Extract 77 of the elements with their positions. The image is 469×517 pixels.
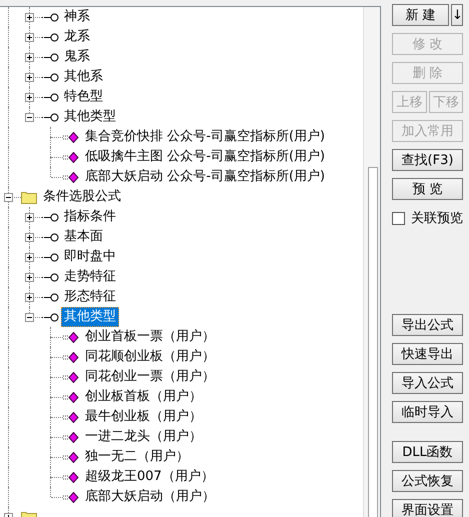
new-button[interactable]: 新 建 — [392, 4, 449, 26]
expander-icon[interactable] — [25, 293, 34, 302]
diamond-icon — [63, 332, 79, 342]
tree-item[interactable]: 集合竞价快排 公众号-司赢空指标所(用户) — [82, 127, 328, 147]
checkbox[interactable] — [392, 212, 405, 224]
diamond-icon — [63, 452, 79, 462]
diamond-icon — [63, 132, 79, 142]
key-icon — [42, 312, 59, 322]
scrollbar[interactable] — [363, 7, 380, 517]
tree-item[interactable]: 基本面 — [61, 227, 106, 247]
key-icon — [42, 72, 59, 82]
diamond-icon — [63, 492, 79, 502]
tree-item[interactable]: 特色型 — [61, 87, 106, 107]
expander-icon[interactable] — [25, 53, 34, 62]
tree-item[interactable]: 走势特征 — [61, 267, 119, 287]
tree-item[interactable]: 同花顺创业板（用户） — [82, 347, 218, 367]
side-button[interactable]: 导入公式 — [392, 372, 463, 394]
tree-item[interactable]: 创业板首板（用户） — [82, 387, 205, 407]
key-icon — [42, 252, 59, 262]
side-button[interactable]: 界面设置 — [392, 499, 463, 517]
side-button[interactable]: 预 览 — [392, 178, 463, 200]
side-button[interactable]: DLL函数 — [392, 441, 463, 463]
key-icon — [42, 212, 59, 222]
key-icon — [42, 292, 59, 302]
key-icon — [42, 92, 59, 102]
expander-icon[interactable] — [25, 93, 34, 102]
tree-item[interactable]: 最牛创业板（用户） — [82, 407, 205, 427]
side-button[interactable]: 公式恢复 — [392, 470, 463, 492]
side-button[interactable]: 导出公式 — [392, 314, 463, 336]
tree-item[interactable]: 独一无二（用户） — [82, 447, 192, 467]
expander-icon[interactable] — [25, 273, 34, 282]
side-button[interactable]: 查找(F3) — [392, 149, 463, 171]
expander-icon[interactable] — [25, 233, 34, 242]
tree-item[interactable]: 即时盘中 — [61, 247, 119, 267]
tree-item[interactable]: 指标条件 — [61, 207, 119, 227]
key-icon — [42, 112, 59, 122]
tree-item[interactable]: 龙系 — [61, 27, 93, 47]
side-button[interactable]: 临时导入 — [392, 401, 463, 423]
tree-item[interactable]: 底部大妖启动（用户） — [82, 487, 218, 507]
diamond-icon — [63, 392, 79, 402]
diamond-icon — [63, 352, 79, 362]
tree-item[interactable]: 底部大妖启动 公众号-司赢空指标所(用户) — [82, 167, 328, 187]
expander-icon[interactable] — [25, 73, 34, 82]
side-button[interactable]: 快速导出 — [392, 343, 463, 365]
expander-icon[interactable] — [25, 113, 34, 122]
expander-icon[interactable] — [25, 213, 34, 222]
tree-item[interactable]: 鬼系 — [61, 47, 93, 67]
tree-item[interactable]: 其他系 — [61, 67, 106, 87]
tree-item[interactable]: 一进二龙头（用户） — [82, 427, 205, 447]
diamond-icon — [63, 372, 79, 382]
tree-item[interactable]: 形态特征 — [61, 287, 119, 307]
diamond-icon — [63, 152, 79, 162]
tree-item[interactable]: 超级龙王007（用户） — [82, 467, 217, 487]
diamond-icon — [63, 172, 79, 182]
diamond-icon — [63, 472, 79, 482]
expander-icon[interactable] — [25, 313, 34, 322]
tree-item[interactable]: 条件选股公式 — [40, 187, 124, 207]
tree-item[interactable]: 其他类型 — [61, 307, 119, 327]
tree-item[interactable]: 同花创业一票（用户） — [82, 367, 218, 387]
diamond-icon — [63, 432, 79, 442]
expander-icon[interactable] — [25, 13, 34, 22]
tree-item[interactable]: 低吸擒牛主图 公众号-司赢空指标所(用户) — [82, 147, 328, 167]
dropdown-button[interactable]: ↓ — [451, 4, 463, 26]
folder-icon — [21, 190, 37, 204]
tree-item[interactable]: 其他类型 — [61, 107, 119, 127]
key-icon — [42, 272, 59, 282]
key-icon — [42, 12, 59, 22]
key-icon — [42, 52, 59, 62]
tree-item[interactable]: 神系 — [61, 7, 93, 27]
expander-icon[interactable] — [25, 253, 34, 262]
expander-icon[interactable] — [4, 193, 13, 202]
checkbox-label: 关联预览 — [411, 210, 463, 227]
expander-icon[interactable] — [25, 33, 34, 42]
tree-item[interactable]: 创业首板一票（用户） — [82, 327, 218, 347]
key-icon — [42, 232, 59, 242]
key-icon — [42, 32, 59, 42]
diamond-icon — [63, 412, 79, 422]
